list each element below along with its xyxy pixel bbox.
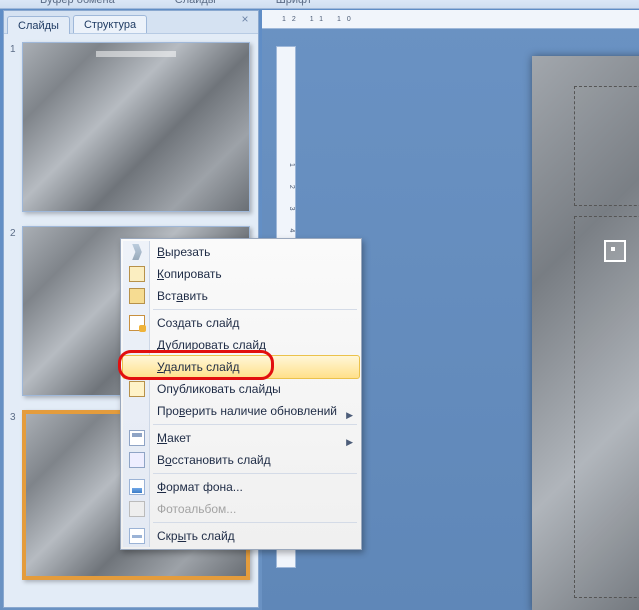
menu-label: Проверить наличие обновлений xyxy=(157,404,337,418)
menu-label: Макет xyxy=(157,431,191,445)
app-window: Буфер обмена Слайды Шрифт Слайды Структу… xyxy=(0,0,639,610)
reset-icon xyxy=(129,452,145,468)
menu-check-updates[interactable]: Проверить наличие обновлений ▶ xyxy=(123,400,359,422)
menu-label: Восстановить слайд xyxy=(157,453,271,467)
publish-icon xyxy=(129,381,145,397)
menu-format-background[interactable]: Формат фона... xyxy=(123,476,359,498)
photo-album-icon xyxy=(129,501,145,517)
menu-separator xyxy=(153,522,357,523)
horizontal-ruler: 12 11 10 xyxy=(262,10,639,29)
tab-slides[interactable]: Слайды xyxy=(7,16,70,34)
format-background-icon xyxy=(129,479,145,495)
layout-icon xyxy=(129,430,145,446)
menu-duplicate-slide[interactable]: Дублировать слайд xyxy=(123,334,359,356)
slide-canvas[interactable] xyxy=(532,56,639,610)
thumbnail-image[interactable] xyxy=(22,42,250,212)
menu-label: Скрыть слайд xyxy=(157,529,235,543)
cut-icon xyxy=(129,244,145,260)
menu-label: Дублировать слайд xyxy=(157,338,266,352)
content-placeholder[interactable] xyxy=(574,216,639,598)
ribbon-group-clipboard: Буфер обмена xyxy=(40,0,115,6)
menu-publish-slides[interactable]: Опубликовать слайды xyxy=(123,378,359,400)
paste-icon xyxy=(129,288,145,304)
menu-copy[interactable]: Копировать xyxy=(123,263,359,285)
ribbon-group-font: Шрифт xyxy=(276,0,312,6)
menu-delete-slide[interactable]: Удалить слайд xyxy=(122,355,360,379)
menu-separator xyxy=(153,424,357,425)
ribbon-groups: Буфер обмена Слайды Шрифт xyxy=(0,0,639,9)
copy-icon xyxy=(129,266,145,282)
menu-separator xyxy=(153,309,357,310)
menu-label: Фотоальбом... xyxy=(157,502,236,516)
menu-paste[interactable]: Вставить xyxy=(123,285,359,307)
menu-separator xyxy=(153,473,357,474)
menu-label: Формат фона... xyxy=(157,480,243,494)
menu-label: Вырезать xyxy=(157,245,210,259)
close-panel-button[interactable]: × xyxy=(238,13,252,27)
hide-slide-icon xyxy=(129,528,145,544)
new-slide-icon xyxy=(129,315,145,331)
menu-hide-slide[interactable]: Скрыть слайд xyxy=(123,525,359,547)
selection-handle-icon[interactable] xyxy=(604,240,626,262)
menu-reset-slide[interactable]: Восстановить слайд xyxy=(123,449,359,471)
menu-cut[interactable]: Вырезать xyxy=(123,241,359,263)
menu-new-slide[interactable]: Создать слайд xyxy=(123,312,359,334)
menu-label: Вставить xyxy=(157,289,208,303)
slide-number: 3 xyxy=(10,410,22,580)
panel-tab-strip: Слайды Структура × xyxy=(4,11,258,34)
slide-number: 1 xyxy=(10,42,22,212)
menu-label: Удалить слайд xyxy=(157,360,240,374)
slide-number: 2 xyxy=(10,226,22,396)
slide-context-menu: Вырезать Копировать Вставить Создать сла… xyxy=(120,238,362,550)
menu-label: Опубликовать слайды xyxy=(157,382,281,396)
menu-photo-album: Фотоальбом... xyxy=(123,498,359,520)
ribbon-group-slides: Слайды xyxy=(175,0,216,6)
title-placeholder[interactable] xyxy=(574,86,639,206)
menu-label: Копировать xyxy=(157,267,222,281)
tab-structure[interactable]: Структура xyxy=(73,15,147,33)
menu-label: Создать слайд xyxy=(157,316,239,330)
slide-thumb-1[interactable]: 1 xyxy=(10,42,252,212)
menu-layout[interactable]: Макет ▶ xyxy=(123,427,359,449)
submenu-arrow-icon: ▶ xyxy=(346,404,353,426)
